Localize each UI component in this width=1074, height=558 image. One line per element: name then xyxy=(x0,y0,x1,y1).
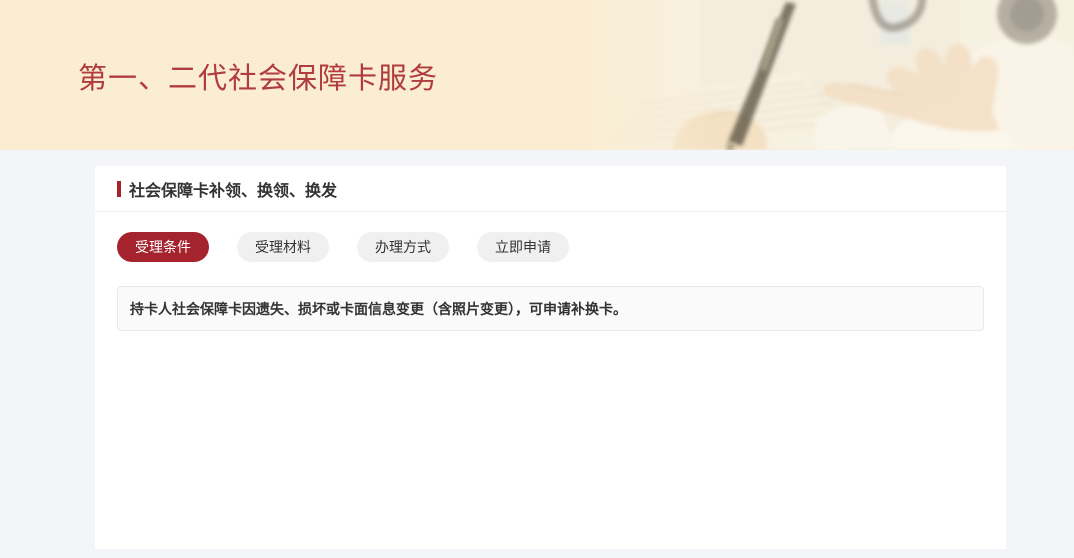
page-title: 第一、二代社会保障卡服务 xyxy=(78,55,438,97)
card-header: 社会保障卡补领、换领、换发 xyxy=(95,166,1006,212)
banner-photo xyxy=(580,0,1074,150)
tab-bar: 受理条件 受理材料 办理方式 立即申请 xyxy=(95,212,1006,262)
acceptance-condition-text: 持卡人社会保障卡因遗失、损坏或卡面信息变更（含照片变更），可申请补换卡。 xyxy=(130,299,627,319)
page-banner: 第一、二代社会保障卡服务 xyxy=(0,0,1074,150)
tab-apply-now[interactable]: 立即申请 xyxy=(477,232,569,262)
tab-required-materials[interactable]: 受理材料 xyxy=(237,232,329,262)
section-accent-bar xyxy=(117,181,121,197)
tab-content-panel: 持卡人社会保障卡因遗失、损坏或卡面信息变更（含照片变更），可申请补换卡。 xyxy=(117,286,984,331)
tab-processing-method[interactable]: 办理方式 xyxy=(357,232,449,262)
section-title: 社会保障卡补领、换领、换发 xyxy=(129,177,337,201)
service-card: 社会保障卡补领、换领、换发 受理条件 受理材料 办理方式 立即申请 持卡人社会保… xyxy=(95,166,1006,549)
tab-acceptance-conditions[interactable]: 受理条件 xyxy=(117,232,209,262)
